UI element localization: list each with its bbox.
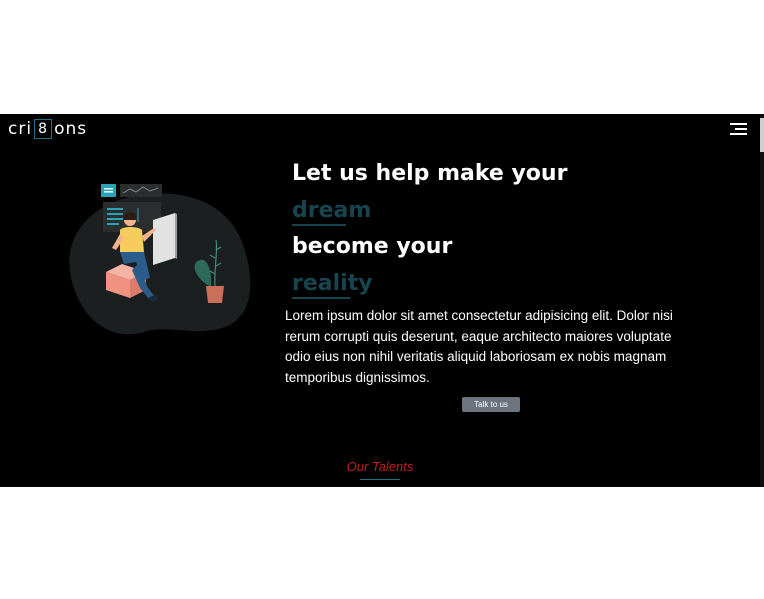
hero-paragraph: Lorem ipsum dolor sit amet consectetur a… bbox=[285, 308, 673, 385]
scrollbar[interactable] bbox=[760, 114, 764, 487]
hero-accent-1: dream bbox=[292, 193, 567, 230]
scrollbar-thumb[interactable] bbox=[760, 118, 764, 152]
person-with-dashboard-illustration bbox=[69, 184, 251, 335]
brand-prefix: cri bbox=[8, 119, 33, 139]
hero-accent-2-text: reality bbox=[292, 270, 373, 296]
accent-underline bbox=[292, 223, 346, 226]
brand-suffix: ons bbox=[54, 119, 88, 139]
hamburger-line-top bbox=[730, 123, 747, 125]
hero-line-2: become your bbox=[292, 234, 453, 259]
site-viewport: cri 8 ons Let us help make your dream be… bbox=[0, 114, 764, 487]
hero-line-1: Let us help make your bbox=[292, 161, 568, 186]
section-title-talents: Our Talents bbox=[346, 459, 414, 474]
hero-accent-2: reality bbox=[292, 266, 567, 303]
hero-headline: Let us help make your dream become your … bbox=[292, 156, 567, 302]
accent-underline bbox=[292, 296, 350, 299]
hamburger-icon[interactable] bbox=[730, 123, 747, 135]
hamburger-line-bottom bbox=[730, 133, 747, 135]
section-title-underline bbox=[360, 479, 400, 480]
hamburger-line-middle bbox=[735, 128, 747, 130]
hero-accent-1-text: dream bbox=[292, 197, 372, 223]
brand-logo[interactable]: cri 8 ons bbox=[8, 119, 87, 139]
talk-to-us-button[interactable]: Talk to us bbox=[462, 397, 520, 412]
brand-number-box: 8 bbox=[34, 119, 53, 139]
